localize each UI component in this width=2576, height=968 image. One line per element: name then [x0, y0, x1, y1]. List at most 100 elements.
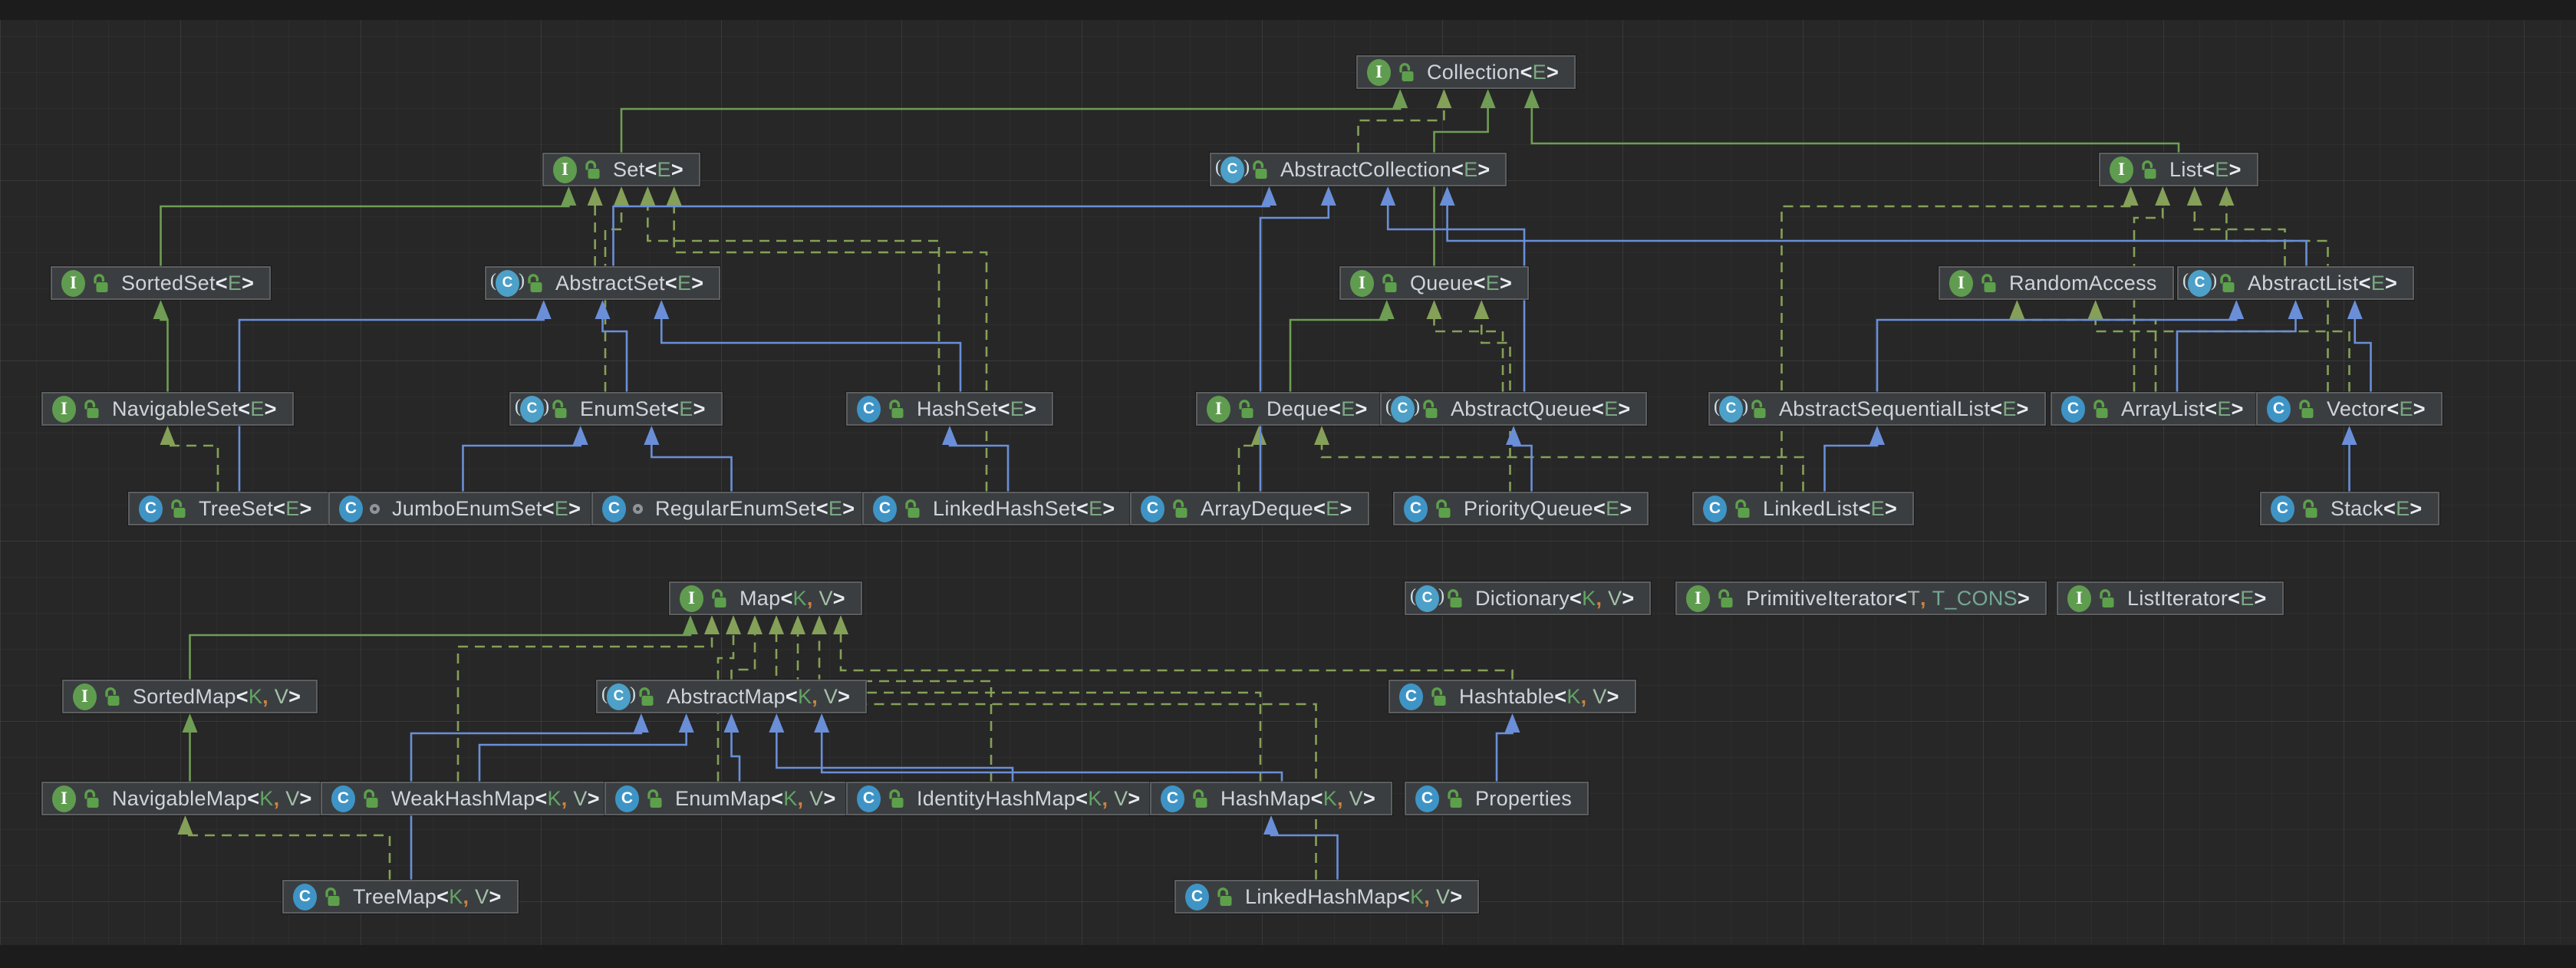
node-navigableMap[interactable]: INavigableMap<K, V> — [41, 782, 329, 815]
public-lock-icon — [2219, 273, 2235, 294]
arrowhead-properties-hashtable — [1505, 713, 1520, 733]
node-set[interactable]: ISet<E> — [542, 153, 700, 186]
public-visibility-icon — [888, 399, 904, 420]
node-priorityQueue[interactable]: CPriorityQueue<E> — [1393, 492, 1649, 525]
arrowhead-abstractQueue-abstractCollection — [1380, 186, 1395, 206]
abstract-class-icon: (C) — [520, 396, 544, 423]
node-arrayList[interactable]: CArrayList<E> — [2051, 392, 2261, 426]
public-lock-icon — [92, 273, 109, 294]
class-icon: C — [602, 496, 626, 522]
public-lock-icon — [83, 399, 100, 420]
node-hashSet[interactable]: CHashSet<E> — [846, 392, 1053, 426]
node-abstractList[interactable]: (C)AbstractList<E> — [2177, 266, 2414, 300]
node-stack[interactable]: CStack<E> — [2260, 492, 2439, 525]
arrowhead-hashSet-abstractSet — [654, 300, 669, 319]
arrowhead-arrayList-abstractList — [2288, 300, 2304, 319]
edge-arrayDeque-abstractCollection — [1260, 204, 1329, 492]
node-abstractCollection[interactable]: (C)AbstractCollection<E> — [1210, 153, 1507, 186]
node-sortedSet[interactable]: ISortedSet<E> — [51, 266, 271, 300]
node-identityHashMap[interactable]: C IdentityHashMap<K, V> — [846, 782, 1158, 815]
class-name-label: EnumSet<E> — [580, 397, 706, 421]
arrowhead-linkedList-deque — [1314, 426, 1329, 445]
public-lock-icon — [2098, 588, 2115, 609]
node-map[interactable]: IMap<K, V> — [669, 581, 862, 615]
node-abstractSet[interactable]: (C)AbstractSet<E> — [485, 266, 720, 300]
arrowhead-abstractSequentialList-abstractList — [2228, 300, 2244, 319]
class-name-label: Vector<E> — [2327, 397, 2426, 421]
class-icon: C — [331, 785, 355, 812]
public-visibility-icon — [324, 887, 341, 907]
node-randomAccess[interactable]: IRandomAccess — [1939, 266, 2174, 300]
node-collection[interactable]: ICollection<E> — [1356, 55, 1576, 89]
node-vector[interactable]: CVector<E> — [2256, 392, 2443, 426]
public-lock-icon — [2092, 399, 2109, 420]
arrowhead-vector-abstractList — [2347, 300, 2363, 319]
node-linkedHashSet[interactable]: CLinkedHashSet<E> — [862, 492, 1132, 525]
node-regularEnumSet[interactable]: CRegularEnumSet<E> — [591, 492, 871, 525]
node-jumboEnumSet[interactable]: CJumboEnumSet<E> — [328, 492, 598, 525]
edge-abstractCollection-collection — [1359, 107, 1444, 153]
arrowhead-sortedSet-set — [561, 186, 576, 206]
arrowhead-hashtable-map — [833, 615, 848, 634]
interface-icon: I — [680, 585, 703, 612]
node-abstractSequentialList[interactable]: (C)AbstractSequentialList<E> — [1708, 392, 2046, 426]
public-lock-icon — [1734, 499, 1751, 519]
node-enumSet[interactable]: (C) EnumSet<E> — [509, 392, 723, 426]
public-visibility-icon — [1446, 789, 1463, 809]
class-icon: C — [1399, 683, 1423, 710]
public-lock-icon — [170, 499, 186, 519]
public-lock-icon — [2298, 399, 2314, 420]
package-private-visibility-icon — [633, 504, 643, 514]
edge-arrayDeque-deque — [1239, 443, 1259, 492]
arrowhead-vector-randomAccess — [2088, 300, 2103, 319]
node-deque[interactable]: IDeque<E> — [1196, 392, 1385, 426]
node-treeMap[interactable]: CTreeMap<K, V> — [282, 880, 519, 914]
public-visibility-icon — [646, 789, 663, 809]
class-name-label: IdentityHashMap<K, V> — [917, 787, 1141, 811]
interface-icon: I — [52, 396, 76, 423]
node-hashtable[interactable]: CHashtable<K, V> — [1388, 680, 1636, 713]
node-queue[interactable]: IQueue<E> — [1339, 266, 1529, 300]
class-icon: C — [1703, 496, 1727, 522]
node-navigableSet[interactable]: INavigableSet<E> — [41, 392, 294, 426]
arrowhead-deque-queue — [1379, 300, 1395, 319]
public-visibility-icon — [584, 160, 601, 180]
node-sortedMap[interactable]: ISortedMap<K, V> — [62, 680, 318, 713]
node-linkedHashMap[interactable]: CLinkedHashMap<K, V> — [1174, 880, 1479, 914]
node-abstractQueue[interactable]: (C)AbstractQueue<E> — [1380, 392, 1647, 426]
public-lock-icon — [1435, 499, 1451, 519]
arrowhead-identityHashMap-abstractMap — [769, 713, 784, 733]
public-visibility-icon — [104, 686, 120, 707]
public-visibility-icon — [92, 273, 109, 294]
node-hashMap[interactable]: CHashMap<K, V> — [1150, 782, 1392, 815]
edge-abstractQueue-queue — [1435, 318, 1504, 392]
arrowhead-arrayList-randomAccess — [2009, 300, 2024, 319]
class-icon: C — [1415, 785, 1439, 812]
public-lock-icon — [324, 887, 341, 907]
edge-sortedMap-map — [190, 633, 691, 680]
edge-linkedList-list — [1782, 204, 2131, 492]
public-lock-icon — [551, 399, 568, 420]
node-properties[interactable]: CProperties — [1405, 782, 1589, 815]
node-arrayDeque[interactable]: CArrayDeque<E> — [1130, 492, 1369, 525]
node-list[interactable]: IList<E> — [2099, 153, 2258, 186]
class-name-label: EnumMap<K, V> — [675, 787, 836, 811]
class-icon: C — [857, 785, 881, 812]
arrowhead-arrayList-list — [2155, 186, 2170, 206]
node-linkedList[interactable]: CLinkedList<E> — [1692, 492, 1914, 525]
arrowhead-abstractList-abstractCollection — [1440, 186, 1455, 206]
abstract-class-icon: (C) — [1415, 585, 1439, 612]
public-visibility-icon — [2098, 588, 2115, 609]
node-primitiveIterator[interactable]: IPrimitiveIterator<T, T_CONS> — [1675, 581, 2047, 615]
node-treeSet[interactable]: CTreeSet<E> — [128, 492, 329, 525]
node-dictionary[interactable]: (C)Dictionary<K, V> — [1405, 581, 1651, 615]
node-listIterator[interactable]: IListIterator<E> — [2057, 581, 2284, 615]
arrowhead-weakHashMap-map — [704, 615, 720, 634]
edge-vector-abstractList — [2355, 318, 2371, 392]
abstract-class-icon: (C) — [1391, 396, 1415, 423]
node-weakHashMap[interactable]: CWeakHashMap<K, V> — [321, 782, 617, 815]
node-enumMap[interactable]: CEnumMap<K, V> — [604, 782, 853, 815]
uml-diagram-canvas[interactable]: ICollection<E> ISet<E> (C)AbstractCollecti… — [0, 0, 2576, 968]
public-visibility-icon — [1381, 273, 1398, 294]
node-abstractMap[interactable]: (C)AbstractMap<K, V> — [596, 680, 867, 713]
